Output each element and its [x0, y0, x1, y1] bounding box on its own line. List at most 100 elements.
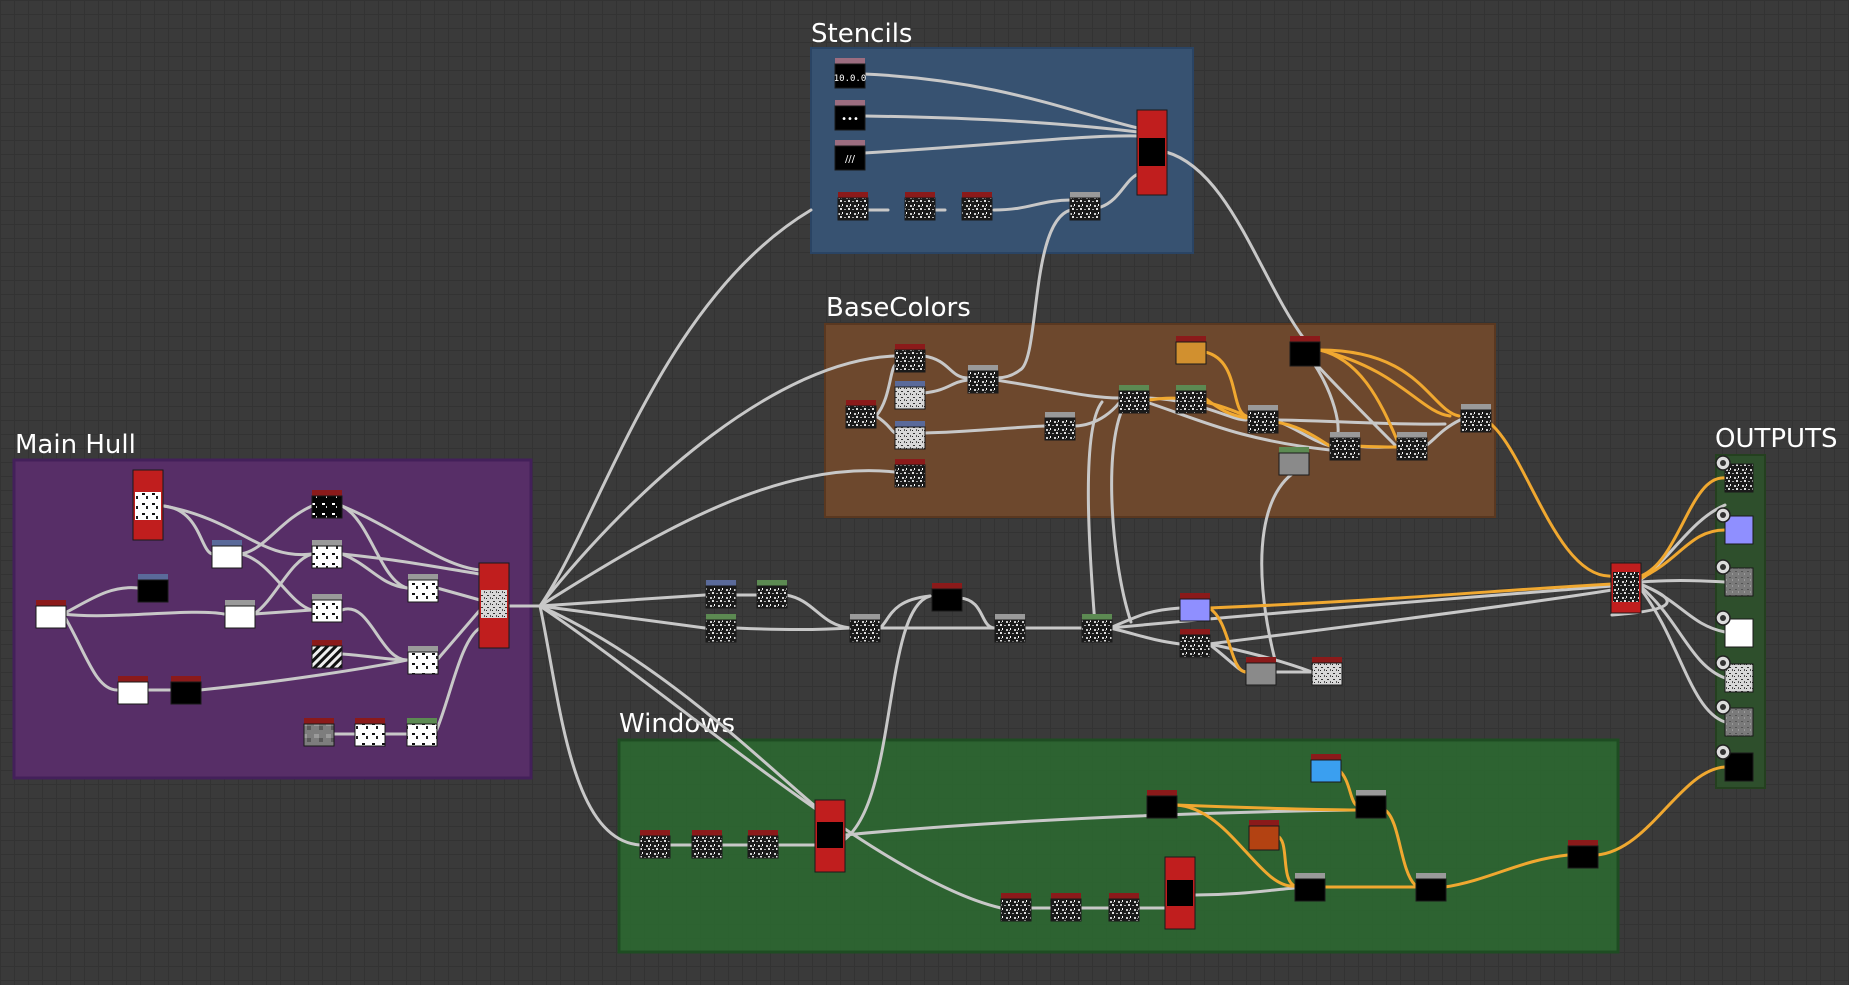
mainhull-source-node[interactable]: [132, 469, 164, 541]
node-thumbnail: [1081, 619, 1113, 643]
node-thumbnail: [311, 645, 343, 669]
frame-mainhull[interactable]: Main Hull: [12, 430, 533, 780]
node-header: [1001, 893, 1031, 899]
middle-node[interactable]: [705, 614, 737, 643]
mainhull-node[interactable]: [311, 490, 343, 519]
node-header: [312, 490, 342, 496]
stencil-noise-node[interactable]: [961, 192, 993, 221]
basecolor-noise-node[interactable]: [894, 459, 926, 488]
stencil-text: 10.0.0: [834, 74, 867, 84]
node-graph-canvas[interactable]: Stencils BaseColors Main Hull Windows OU…: [0, 0, 1849, 985]
stencil-text: •••: [841, 114, 859, 125]
node-header: [1109, 893, 1139, 899]
node-thumbnail: [894, 349, 926, 373]
swatch-orange-node[interactable]: [1175, 336, 1207, 365]
node-thumbnail: [1167, 880, 1193, 906]
node-thumbnail: [224, 605, 256, 629]
windows-black-node[interactable]: [1294, 873, 1326, 902]
output-icon-core: [1720, 615, 1726, 621]
windows-blend-node-2[interactable]: [1164, 856, 1196, 930]
node-thumbnail: [994, 619, 1026, 643]
basecolor-mix-node[interactable]: [1460, 404, 1492, 433]
stencil-blend-node[interactable]: [1136, 109, 1168, 196]
black-mask-node[interactable]: [1289, 336, 1321, 367]
basecolor-noise-node[interactable]: [894, 344, 926, 373]
mainhull-node[interactable]: [211, 540, 243, 569]
node-thumbnail: [1175, 341, 1207, 365]
windows-noise-node[interactable]: [1050, 893, 1082, 922]
mainhull-blur-node[interactable]: [303, 718, 335, 747]
node-header: [1082, 614, 1112, 620]
final-blend-node[interactable]: [1610, 562, 1642, 614]
windows-noise-node[interactable]: [691, 830, 723, 859]
mainhull-node[interactable]: [406, 718, 438, 747]
basecolor-mix-node[interactable]: [1396, 432, 1428, 461]
highlight-wire: [1354, 444, 1399, 449]
stencil-combine-node[interactable]: [1069, 192, 1101, 221]
basecolor-mix-node[interactable]: [1329, 432, 1361, 461]
mainhull-node[interactable]: [311, 594, 343, 623]
windows-black-node[interactable]: [1146, 790, 1178, 819]
node-thumbnail: [1724, 515, 1754, 545]
middle-grey-node[interactable]: [1245, 657, 1277, 686]
basecolor-noise-node[interactable]: [894, 381, 926, 410]
mainhull-node[interactable]: [354, 718, 386, 747]
node-thumbnail: [117, 681, 149, 705]
wire: [1108, 626, 1182, 646]
windows-noise-node[interactable]: [639, 830, 671, 859]
mainhull-node[interactable]: [224, 600, 256, 629]
basecolor-mix-node[interactable]: [1247, 405, 1279, 434]
basecolor-mix-node[interactable]: [1175, 385, 1207, 414]
middle-node[interactable]: [1179, 629, 1211, 658]
node-thumbnail: [817, 822, 843, 848]
middle-node[interactable]: [756, 580, 788, 609]
middle-node[interactable]: [849, 614, 881, 643]
mainhull-black-node[interactable]: [137, 574, 169, 603]
windows-noise-node[interactable]: [747, 830, 779, 859]
basecolor-mix-node[interactable]: [1044, 412, 1076, 441]
node-header: [706, 580, 736, 586]
stencil-noise-node[interactable]: [837, 192, 869, 221]
node-header: [838, 192, 868, 198]
node-header: [118, 676, 148, 682]
mainhull-frame-node[interactable]: [170, 676, 202, 705]
windows-black-node[interactable]: [1567, 840, 1599, 869]
stencil-noise-node[interactable]: [904, 192, 936, 221]
swatch-rust-node[interactable]: [1248, 820, 1280, 851]
windows-black-node[interactable]: [1355, 790, 1387, 819]
windows-black-node[interactable]: [1415, 873, 1447, 902]
lavender-node[interactable]: [1179, 593, 1211, 622]
node-thumbnail: [1724, 463, 1754, 493]
mainhull-node[interactable]: [407, 646, 439, 675]
mainhull-solid-node[interactable]: [35, 600, 67, 629]
middle-node[interactable]: [1081, 614, 1113, 643]
node-header: [932, 583, 962, 589]
basecolor-mix-node[interactable]: [1118, 385, 1150, 414]
node-thumbnail: [407, 651, 439, 675]
windows-blend-node-1[interactable]: [814, 799, 846, 873]
mainhull-stripes-node[interactable]: [311, 640, 343, 669]
basecolor-noise-node[interactable]: [845, 400, 877, 429]
mainhull-node[interactable]: [311, 540, 343, 569]
mainhull-blend-node[interactable]: [478, 562, 510, 649]
basecolor-mix-node[interactable]: [967, 365, 999, 394]
node-thumbnail: [1613, 572, 1639, 602]
stencil-node-1[interactable]: 10.0.0: [834, 58, 867, 89]
mainhull-solid-node[interactable]: [117, 676, 149, 705]
middle-black-node[interactable]: [931, 583, 963, 612]
stencil-node-2[interactable]: •••: [834, 100, 866, 131]
basecolor-noise-node[interactable]: [894, 421, 926, 450]
grey-solid-node[interactable]: [1278, 447, 1310, 476]
swatch-blue-node[interactable]: [1310, 754, 1342, 783]
mainhull-node[interactable]: [407, 574, 439, 603]
windows-noise-node[interactable]: [1108, 893, 1140, 922]
middle-light-node[interactable]: [1311, 657, 1343, 686]
node-thumbnail: [1175, 390, 1207, 414]
node-thumbnail: [170, 681, 202, 705]
middle-node[interactable]: [994, 614, 1026, 643]
stencil-node-3[interactable]: ///: [834, 140, 866, 171]
node-header: [1070, 192, 1100, 198]
node-thumbnail: [481, 590, 507, 618]
middle-node[interactable]: [705, 580, 737, 609]
windows-noise-node[interactable]: [1000, 893, 1032, 922]
